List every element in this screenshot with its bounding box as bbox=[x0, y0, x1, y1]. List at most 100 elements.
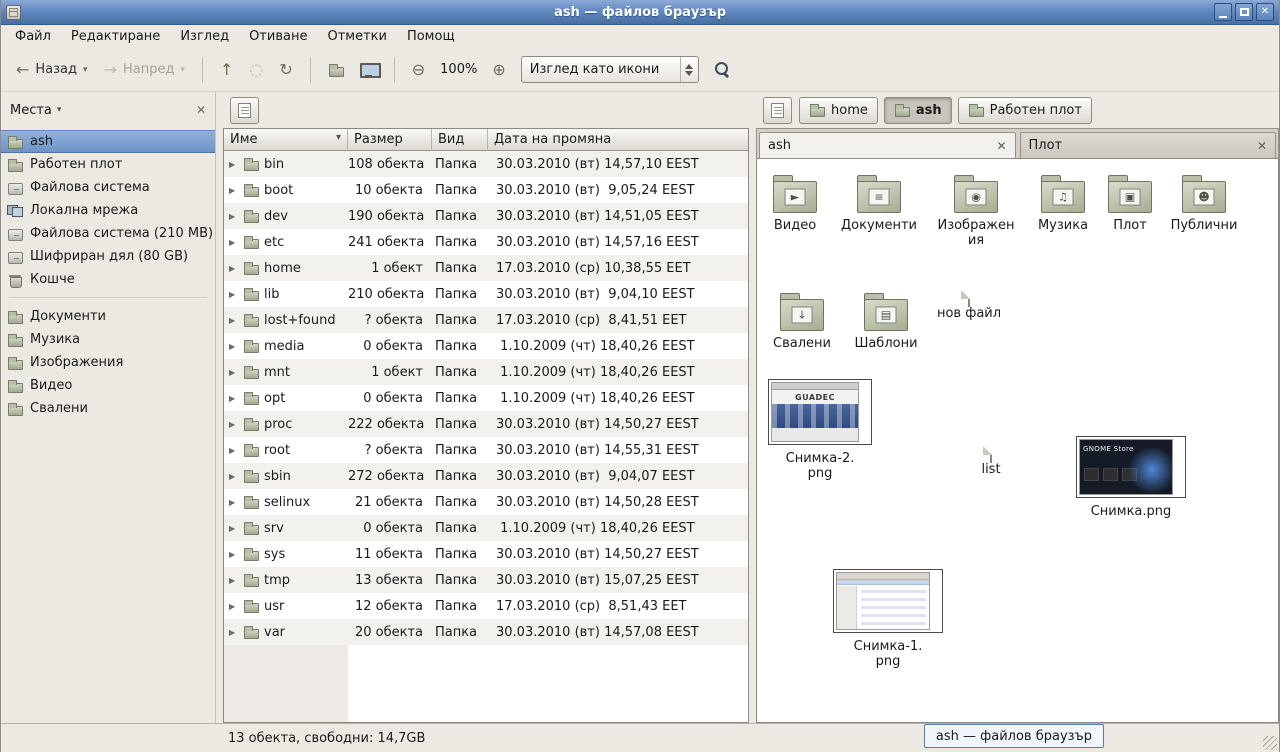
sidebar-item[interactable]: Видео bbox=[1, 374, 215, 397]
menu-item[interactable]: Редактиране bbox=[61, 25, 170, 48]
icon-item[interactable]: нов файл bbox=[930, 291, 1008, 321]
sidebar-item[interactable]: Шифриран дял (80 GB) bbox=[1, 245, 215, 268]
path-button[interactable]: ash bbox=[884, 97, 952, 124]
expander-icon[interactable]: ▶ bbox=[229, 498, 238, 507]
location-toggle-button[interactable] bbox=[763, 97, 792, 124]
table-row[interactable]: ▶tmp13 обектаПапка30.03.2010 (вт) 15,07,… bbox=[224, 567, 748, 593]
icon-item[interactable]: ▤Шаблони bbox=[847, 291, 925, 351]
column-header-type[interactable]: Вид bbox=[432, 129, 488, 151]
sidebar-item[interactable]: Свалени bbox=[1, 397, 215, 420]
sidebar-item[interactable]: Изображения bbox=[1, 351, 215, 374]
menu-item[interactable]: Отметки bbox=[317, 25, 396, 48]
expander-icon[interactable]: ▶ bbox=[229, 628, 238, 637]
table-row[interactable]: ▶etc241 обектаПапка30.03.2010 (вт) 14,57… bbox=[224, 229, 748, 255]
expander-icon[interactable]: ▶ bbox=[229, 238, 238, 247]
table-row[interactable]: ▶bin108 обектаПапка30.03.2010 (вт) 14,57… bbox=[224, 151, 748, 177]
table-row[interactable]: ▶media0 обектаПапка 1.10.2009 (чт) 18,40… bbox=[224, 333, 748, 359]
sidebar-item[interactable]: ash bbox=[1, 130, 215, 153]
sidebar-close-button[interactable]: ✕ bbox=[196, 103, 206, 117]
table-row[interactable]: ▶mnt1 обектПапка 1.10.2009 (чт) 18,40,26… bbox=[224, 359, 748, 385]
expander-icon[interactable]: ▶ bbox=[229, 550, 238, 559]
icon-item[interactable]: ↓Свалени bbox=[763, 291, 841, 351]
icon-item[interactable]: ◉Изображения bbox=[936, 173, 1016, 248]
zoom-out-button[interactable]: ⊖ bbox=[405, 58, 432, 82]
menu-item[interactable]: Помощ bbox=[397, 25, 465, 48]
table-row[interactable]: ▶sys11 обектаПапка30.03.2010 (вт) 14,50,… bbox=[224, 541, 748, 567]
menu-item[interactable]: Файл bbox=[5, 25, 61, 48]
expander-icon[interactable]: ▶ bbox=[229, 420, 238, 429]
tab[interactable]: Плот✕ bbox=[1020, 132, 1277, 158]
table-row[interactable]: ▶opt0 обектаПапка 1.10.2009 (чт) 18,40,2… bbox=[224, 385, 748, 411]
table-row[interactable]: ▶selinux21 обектаПапка30.03.2010 (вт) 14… bbox=[224, 489, 748, 515]
tab-close-button[interactable]: ✕ bbox=[1249, 139, 1267, 153]
expander-icon[interactable]: ▶ bbox=[229, 212, 238, 221]
expander-icon[interactable]: ▶ bbox=[229, 524, 238, 533]
expander-icon[interactable]: ▶ bbox=[229, 342, 238, 351]
pane-splitter[interactable] bbox=[749, 92, 756, 723]
sidebar-item[interactable]: Работен плот bbox=[1, 153, 215, 176]
expander-icon[interactable]: ▶ bbox=[229, 186, 238, 195]
tab-close-button[interactable]: ✕ bbox=[988, 139, 1006, 153]
expander-icon[interactable]: ▶ bbox=[229, 472, 238, 481]
expander-icon[interactable]: ▶ bbox=[229, 264, 238, 273]
icon-item[interactable]: GNOME StoreСнимка.png bbox=[1076, 436, 1186, 519]
icon-item[interactable]: ☻Публични bbox=[1164, 173, 1244, 233]
expander-icon[interactable]: ▶ bbox=[229, 368, 238, 377]
table-row[interactable]: ▶sbin272 обектаПапка30.03.2010 (вт) 9,04… bbox=[224, 463, 748, 489]
icon-item[interactable]: ▣Плот bbox=[1095, 173, 1165, 233]
expander-icon[interactable]: ▶ bbox=[229, 602, 238, 611]
table-row[interactable]: ▶proc222 обектаПапка30.03.2010 (вт) 14,5… bbox=[224, 411, 748, 437]
icon-item[interactable]: GUADECСнимка-2.png bbox=[768, 379, 872, 481]
forward-button[interactable]: → Напред ▾ bbox=[97, 58, 192, 82]
close-button[interactable]: ✕ bbox=[1256, 3, 1274, 21]
icon-item[interactable]: ♫Музика bbox=[1024, 173, 1102, 233]
column-header-size[interactable]: Размер bbox=[348, 129, 432, 151]
zoom-in-button[interactable]: ⊕ bbox=[485, 58, 512, 82]
column-header-name[interactable]: Име▾ bbox=[224, 129, 348, 151]
table-row[interactable]: ▶srv0 обектаПапка 1.10.2009 (чт) 18,40,2… bbox=[224, 515, 748, 541]
menu-item[interactable]: Отиване bbox=[239, 25, 317, 48]
sidebar-title[interactable]: Места bbox=[10, 103, 52, 118]
computer-button[interactable] bbox=[353, 59, 384, 81]
table-row[interactable]: ▶lost+found? обектаПапка17.03.2010 (ср) … bbox=[224, 307, 748, 333]
expander-icon[interactable]: ▶ bbox=[229, 446, 238, 455]
home-button[interactable] bbox=[321, 58, 351, 82]
reload-button[interactable]: ↻ bbox=[272, 58, 299, 82]
resize-grip-icon[interactable] bbox=[1263, 736, 1277, 750]
column-header-date[interactable]: Дата на промяна bbox=[488, 129, 748, 151]
up-button[interactable]: ↑ bbox=[213, 58, 240, 82]
path-button[interactable]: Работен плот bbox=[958, 97, 1092, 124]
minimize-button[interactable] bbox=[1214, 3, 1232, 21]
pane-splitter[interactable] bbox=[216, 92, 223, 723]
titlebar[interactable]: ash — файлов браузър ✕ bbox=[1, 0, 1279, 25]
stop-button[interactable]: ◌ bbox=[242, 58, 270, 82]
sidebar-item[interactable]: Файлова система bbox=[1, 176, 215, 199]
table-row[interactable]: ▶root? обектаПапка30.03.2010 (вт) 14,55,… bbox=[224, 437, 748, 463]
sidebar-item[interactable]: Файлова система (210 MB) bbox=[1, 222, 215, 245]
expander-icon[interactable]: ▶ bbox=[229, 394, 238, 403]
location-toggle-button[interactable] bbox=[230, 97, 259, 124]
sidebar-item[interactable]: Музика bbox=[1, 328, 215, 351]
icon-item[interactable]: ≡Документи bbox=[836, 173, 922, 233]
expander-icon[interactable]: ▶ bbox=[229, 316, 238, 325]
table-row[interactable]: ▶home1 обектПапка17.03.2010 (ср) 10,38,5… bbox=[224, 255, 748, 281]
expander-icon[interactable]: ▶ bbox=[229, 290, 238, 299]
table-row[interactable]: ▶var20 обектаПапка30.03.2010 (вт) 14,57,… bbox=[224, 619, 748, 645]
icon-item[interactable]: list bbox=[956, 447, 1026, 477]
sidebar-item[interactable]: Кошче bbox=[1, 268, 215, 291]
path-button[interactable]: home bbox=[799, 97, 878, 124]
sidebar-item[interactable]: Документи bbox=[1, 305, 215, 328]
expander-icon[interactable]: ▶ bbox=[229, 160, 238, 169]
search-button[interactable] bbox=[707, 57, 738, 82]
icon-item[interactable]: ►Видео bbox=[756, 173, 834, 233]
maximize-button[interactable] bbox=[1235, 3, 1253, 21]
expander-icon[interactable]: ▶ bbox=[229, 576, 238, 585]
table-row[interactable]: ▶dev190 обектаПапка30.03.2010 (вт) 14,51… bbox=[224, 203, 748, 229]
tab[interactable]: ash✕ bbox=[759, 132, 1016, 158]
sidebar-item[interactable]: Локална мрежа bbox=[1, 199, 215, 222]
view-mode-select[interactable]: Изглед като икони bbox=[521, 56, 699, 83]
back-button[interactable]: ← Назад ▾ bbox=[9, 58, 95, 82]
icon-item[interactable]: Снимка-1.png bbox=[833, 569, 943, 669]
menu-item[interactable]: Изглед bbox=[170, 25, 239, 48]
table-row[interactable]: ▶boot10 обектаПапка30.03.2010 (вт) 9,05,… bbox=[224, 177, 748, 203]
